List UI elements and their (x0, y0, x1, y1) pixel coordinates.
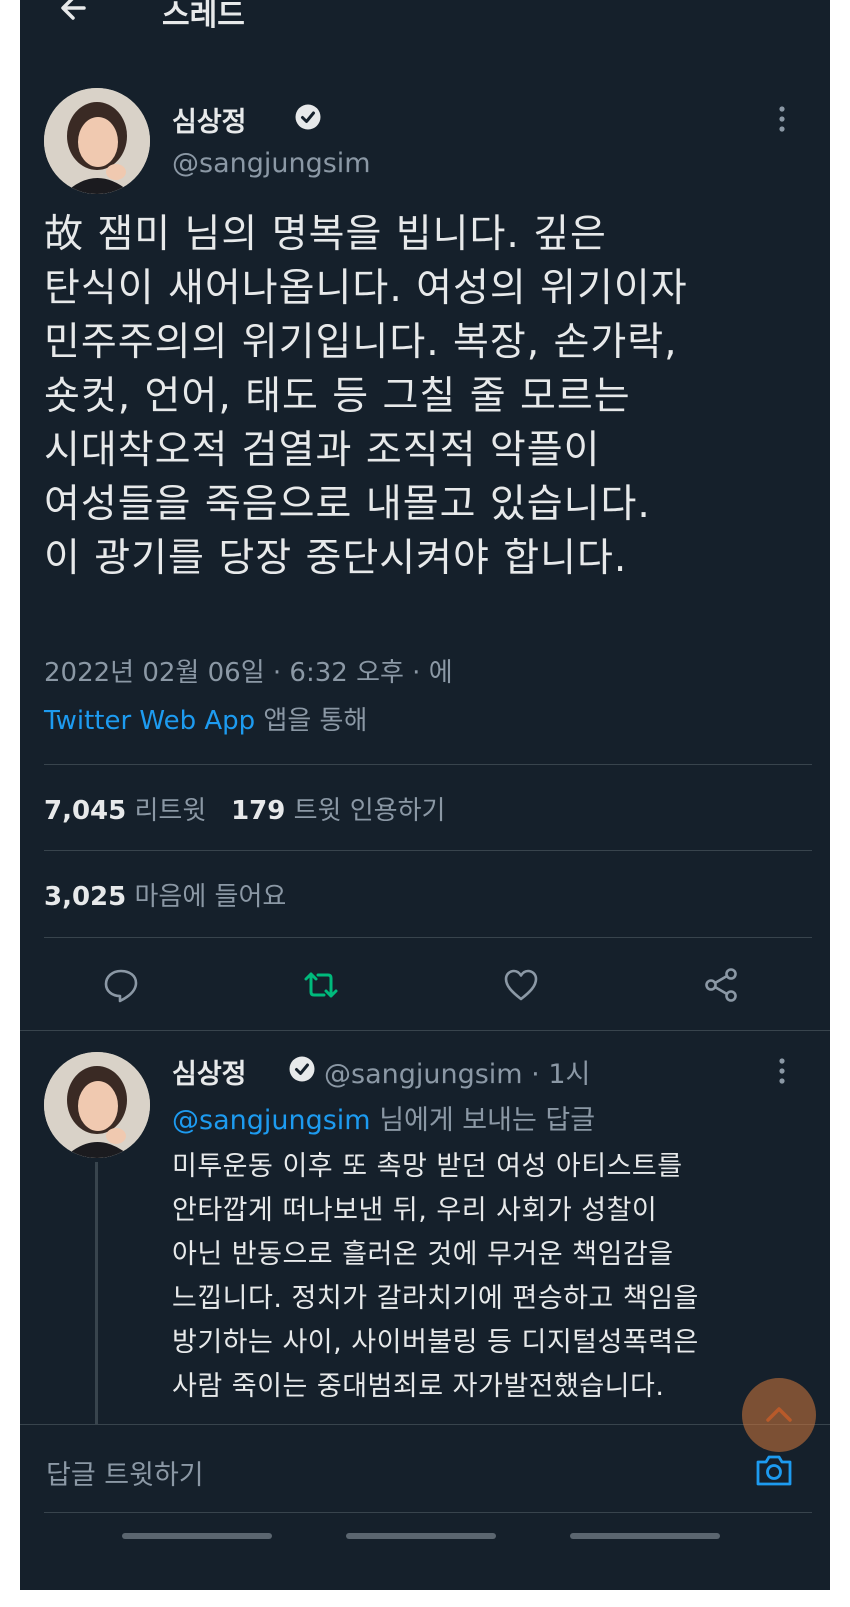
retweet-icon[interactable] (302, 966, 340, 1004)
reply-text-line: 사람 죽이는 중대범죄로 자가발전했습니다. (172, 1371, 665, 1402)
reply-text-line: 아닌 반동으로 흘러온 것에 무거운 책임감을 (172, 1239, 674, 1270)
tweet-text-line: 이 광기를 당장 중단시켜야 합니다. (44, 536, 628, 581)
replying-to: @sangjungsim 님에게 보내는 답글 (172, 1098, 595, 1137)
likes-stats-row: 3,025 마음에 들어요 (44, 876, 286, 913)
likes-count: 3,025 (44, 882, 127, 912)
camera-icon[interactable] (754, 1451, 794, 1489)
more-vertical-icon[interactable] (772, 1056, 792, 1086)
reply-input[interactable]: 답글 트윗하기 (46, 1453, 204, 1492)
avatar-photo (44, 1052, 150, 1158)
quotes-stat[interactable]: 179 트윗 인용하기 (231, 796, 445, 826)
tweet-text-line: 여성들을 죽음으로 내몰고 있습니다. (44, 482, 651, 527)
page-title: 스레드 (162, 0, 245, 33)
likes-label: 마음에 들어요 (134, 882, 287, 912)
divider (44, 850, 812, 851)
scroll-top-button[interactable] (742, 1378, 816, 1452)
reply-text-line: 느낍니다. 정치가 갈라치기에 편승하고 책임을 (172, 1283, 699, 1314)
quotes-count: 179 (231, 796, 286, 826)
nav-indicator (346, 1533, 496, 1539)
avatar-photo (44, 88, 150, 194)
avatar[interactable] (44, 1052, 150, 1158)
nav-indicator (570, 1533, 720, 1539)
tweet-text-line: 탄식이 새어나옵니다. 여성의 위기이자 (44, 266, 688, 311)
tweet-text-line: 민주주의의 위기입니다. 복장, 손가락, (44, 320, 678, 365)
avatar[interactable] (44, 88, 150, 194)
reply-text-line: 안타깝게 떠나보낸 뒤, 우리 사회가 성찰이 (172, 1195, 658, 1226)
retweet-stats-row: 7,045 리트윗 179 트윗 인용하기 (44, 790, 445, 827)
tweet-text-line: 故 잼미 님의 명복을 빕니다. 깊은 (44, 212, 607, 257)
quotes-label: 트윗 인용하기 (293, 796, 446, 826)
source-suffix: 앱을 통해 (255, 706, 368, 736)
source-app-link[interactable]: Twitter Web App (44, 706, 255, 736)
heart-icon[interactable] (502, 966, 540, 1004)
divider (44, 1512, 812, 1513)
reply-text: 미투운동 이후 또 촉망 받던 여성 아티스트를 안타깝게 떠나보낸 뒤, 우리… (172, 1145, 817, 1409)
thread-connector-line (95, 1162, 98, 1424)
nav-indicator (122, 1533, 272, 1539)
top-bar: 스레드 (20, 0, 830, 40)
divider (44, 764, 812, 765)
retweets-count: 7,045 (44, 796, 127, 826)
verified-badge-icon (289, 1056, 315, 1082)
more-vertical-icon[interactable] (772, 104, 792, 134)
section-divider (20, 1030, 830, 1031)
likes-stat[interactable]: 3,025 마음에 들어요 (44, 882, 286, 912)
author-name[interactable]: 심상정 (172, 100, 247, 139)
tweet-text: 故 잼미 님의 명복을 빕니다. 깊은 탄식이 새어나옵니다. 여성의 위기이자… (44, 208, 814, 586)
chevron-up-icon (766, 1407, 792, 1422)
tweet-source: Twitter Web App 앱을 통해 (44, 700, 367, 737)
tweet-text-line: 숏컷, 언어, 태도 등 그칠 줄 모르는 (44, 374, 631, 419)
retweets-label: 리트윗 (134, 796, 207, 826)
reply-author-name[interactable]: 심상정 (172, 1052, 247, 1091)
reply-text-line: 미투운동 이후 또 촉망 받던 여성 아티스트를 (172, 1151, 683, 1182)
tweet-timestamp[interactable]: 2022년 02월 06일 · 6:32 오후 · 에 (44, 652, 453, 689)
app-window: 스레드 심상정 @sangjungsim 故 잼미 님의 명복을 빕니다. 깊은… (20, 0, 830, 1590)
comment-icon[interactable] (102, 966, 140, 1004)
replying-to-suffix: 님에게 보내는 답글 (370, 1105, 596, 1136)
divider (44, 937, 812, 938)
author-handle[interactable]: @sangjungsim (172, 148, 371, 179)
share-icon[interactable] (702, 966, 740, 1004)
tweet-text-line: 시대착오적 검열과 조직적 악플이 (44, 428, 601, 473)
reply-text-line: 방기하는 사이, 사이버불링 등 디지털성폭력은 (172, 1327, 699, 1358)
arrow-left-icon[interactable] (56, 0, 96, 28)
replying-to-handle[interactable]: @sangjungsim (172, 1105, 371, 1136)
verified-badge-icon (295, 104, 321, 130)
reply-handle-time[interactable]: @sangjungsim · 1시 (324, 1052, 590, 1091)
retweets-stat[interactable]: 7,045 리트윗 (44, 796, 206, 826)
reply-composer: 답글 트윗하기 (20, 1424, 830, 1515)
